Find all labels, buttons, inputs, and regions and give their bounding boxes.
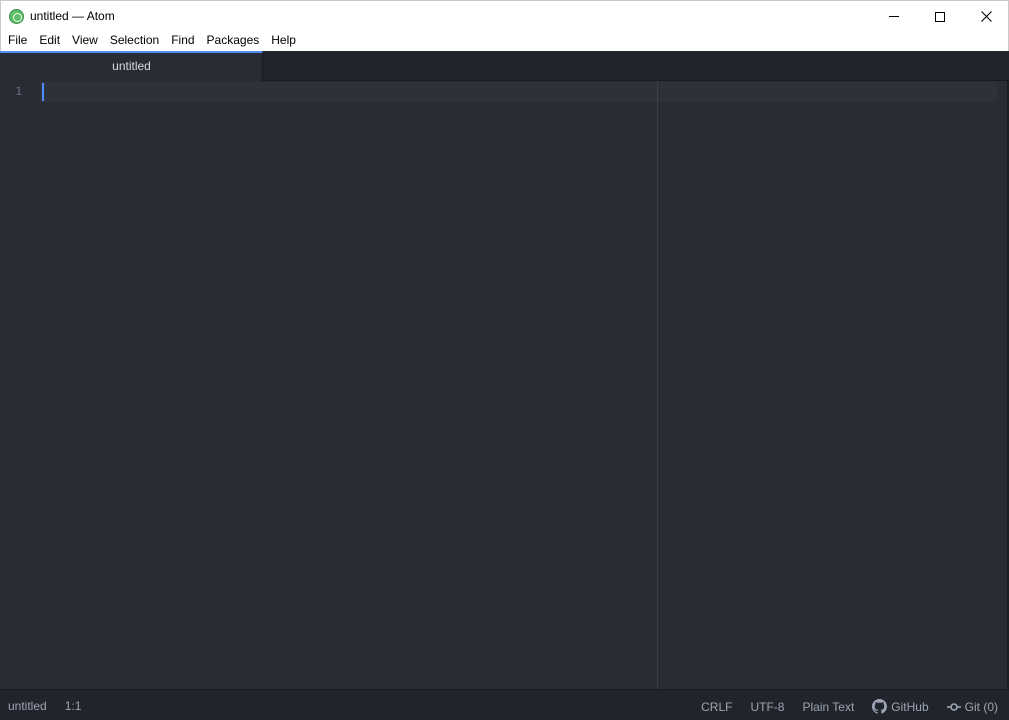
menu-packages[interactable]: Packages [201, 31, 266, 51]
git-commit-icon [946, 702, 961, 711]
close-icon [980, 11, 992, 22]
maximize-button[interactable] [917, 1, 963, 32]
text-cursor [42, 83, 44, 101]
github-label: GitHub [891, 699, 929, 714]
tab-label: untitled [112, 59, 151, 73]
minimize-button[interactable] [871, 1, 917, 32]
line-number: 1 [15, 85, 22, 98]
status-cursor-position[interactable]: 1:1 [65, 699, 82, 713]
menu-selection[interactable]: Selection [104, 31, 165, 51]
status-file-name[interactable]: untitled [8, 699, 47, 713]
git-label: Git (0) [964, 699, 998, 714]
title-bar: untitled — Atom [0, 0, 1009, 31]
cursor-line-highlight [40, 82, 997, 102]
wrap-guide [657, 81, 658, 689]
github-button[interactable]: GitHub [872, 699, 929, 714]
text-editor[interactable]: 1 [0, 81, 1009, 689]
status-line-ending[interactable]: CRLF [701, 700, 732, 714]
github-icon [872, 699, 888, 714]
menu-bar: File Edit View Selection Find Packages H… [0, 31, 1009, 51]
maximize-icon [935, 11, 945, 22]
menu-file[interactable]: File [2, 31, 33, 51]
status-encoding[interactable]: UTF-8 [750, 700, 784, 714]
close-button[interactable] [963, 1, 1009, 32]
menu-view[interactable]: View [66, 31, 104, 51]
menu-help[interactable]: Help [265, 31, 302, 51]
status-grammar[interactable]: Plain Text [802, 700, 854, 714]
minimize-icon [889, 16, 899, 17]
window-title: untitled — Atom [30, 9, 115, 23]
atom-app-icon[interactable] [9, 9, 24, 24]
menu-edit[interactable]: Edit [33, 31, 66, 51]
tab-bar: untitled [0, 51, 1009, 81]
tab-untitled[interactable]: untitled [0, 51, 263, 81]
line-number-gutter: 1 [0, 81, 40, 689]
menu-find[interactable]: Find [165, 31, 200, 51]
git-button[interactable]: Git (0) [946, 699, 998, 714]
status-bar: untitled 1:1 CRLF UTF-8 Plain Text GitHu… [0, 689, 1009, 720]
